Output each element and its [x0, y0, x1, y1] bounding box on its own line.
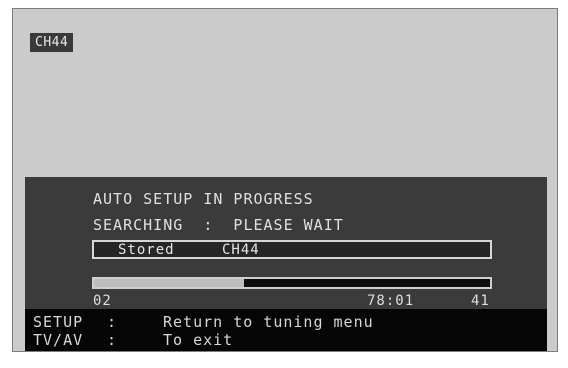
hint-separator: :	[107, 331, 118, 349]
hint-action: To exit	[163, 331, 234, 349]
tv-screen: CH44 AUTO SETUP IN PROGRESS SEARCHING : …	[12, 8, 558, 352]
progress-end-label: 41	[471, 293, 490, 309]
key-hints-footer: SETUP: Return to tuning menu TV/AV: To exi…	[25, 309, 547, 351]
progress-fill	[94, 279, 245, 287]
search-progress-bar	[92, 277, 492, 289]
stored-channel: CH44	[222, 242, 260, 258]
hint-separator: :	[107, 313, 118, 331]
frequency-readout: 78:01	[367, 293, 415, 309]
progress-start-label: 02	[93, 293, 112, 309]
hint-key: SETUP	[33, 313, 84, 331]
hint-key: TV/AV	[33, 331, 84, 349]
hint-row-tvav: TV/AV: To exit	[33, 331, 233, 349]
status-message: SEARCHING : PLEASE WAIT	[93, 216, 344, 234]
stored-label: Stored	[118, 242, 175, 258]
hint-action: Return to tuning menu	[163, 313, 374, 331]
status-title: AUTO SETUP IN PROGRESS	[93, 190, 314, 208]
hint-row-setup: SETUP: Return to tuning menu	[33, 313, 374, 331]
channel-indicator: CH44	[30, 33, 74, 52]
stored-channel-box: Stored CH44	[92, 240, 492, 259]
